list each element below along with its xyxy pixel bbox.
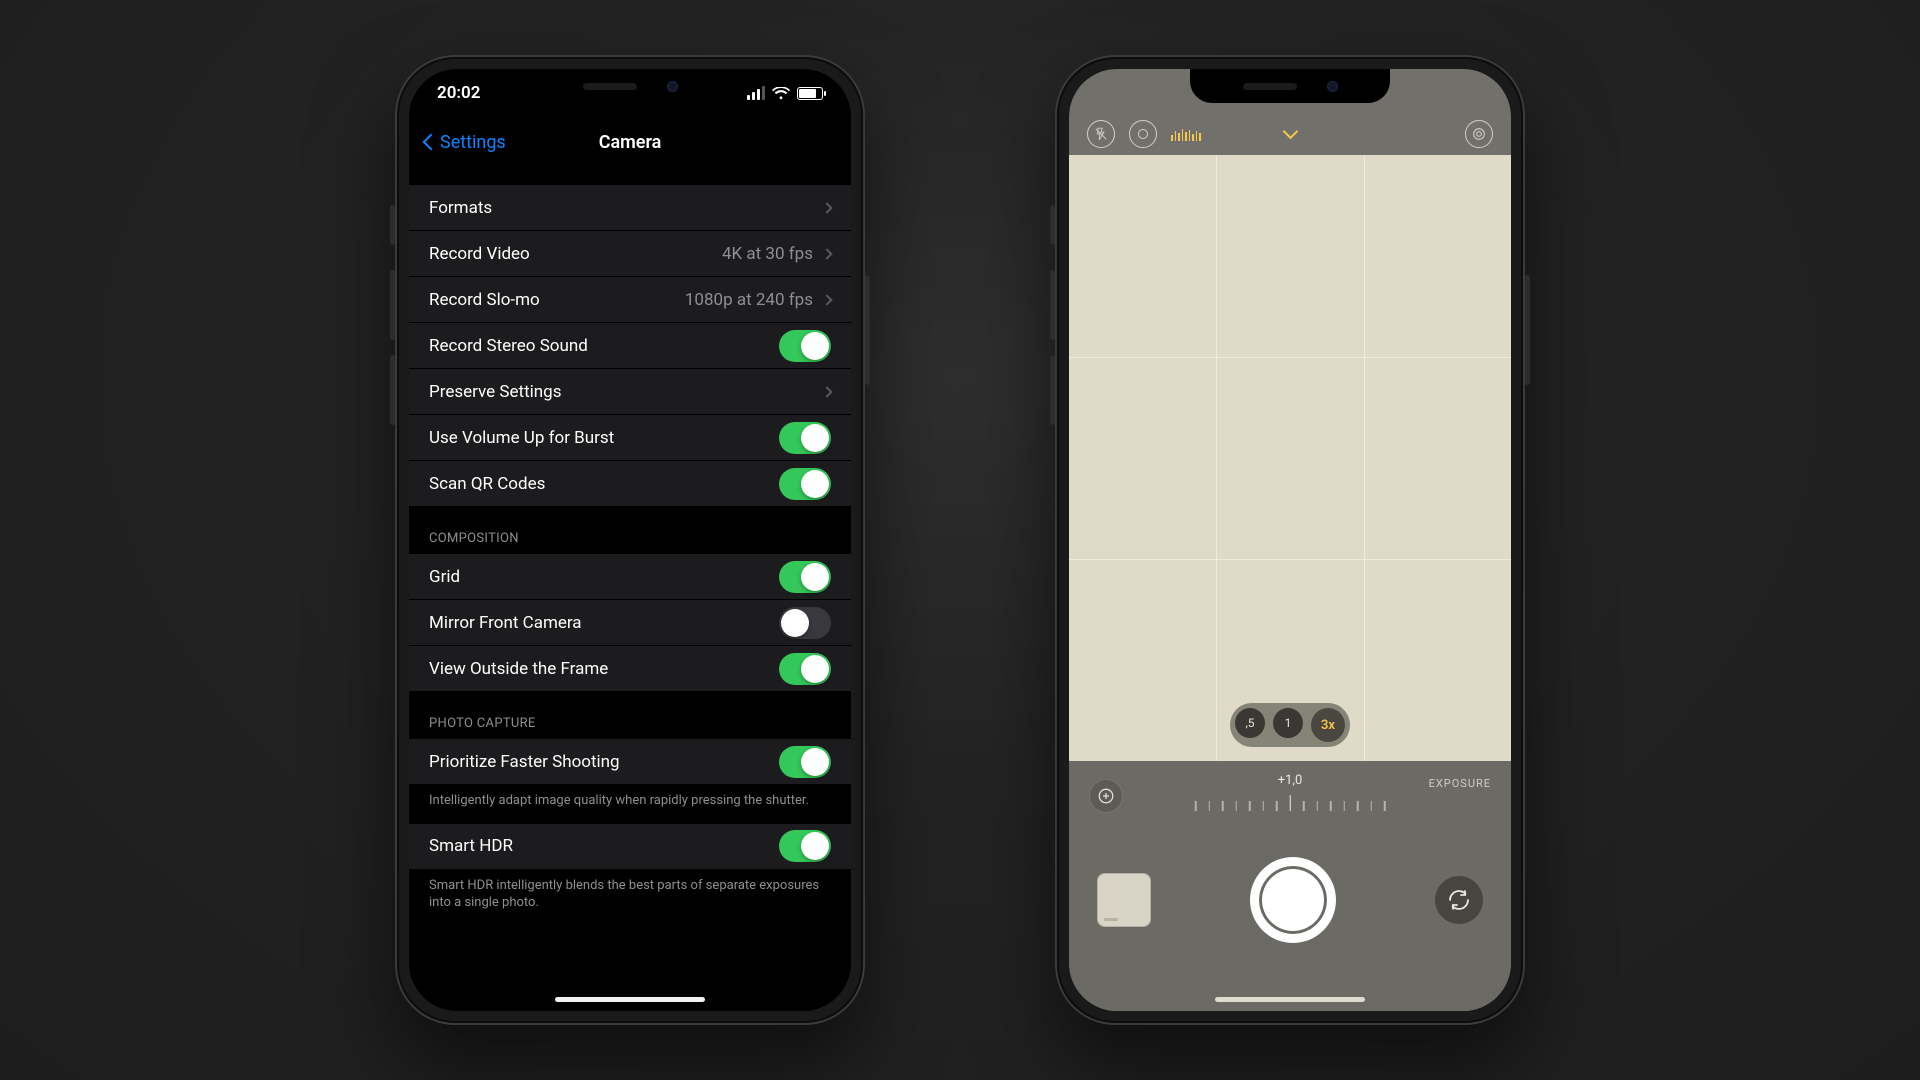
row-prioritize-faster: Prioritize Faster Shooting [409,739,851,785]
phone-settings: 20:02 Settings Camera Formats Record Vid… [395,55,865,1025]
wifi-icon [772,87,790,100]
row-label: Mirror Front Camera [429,613,582,633]
volume-down-hw [390,355,395,425]
row-label: Smart HDR [429,836,513,856]
flash-off-icon[interactable] [1087,120,1115,148]
mute-switch [390,205,395,245]
section-photo-capture: Photo Capture [409,692,851,739]
row-mirror-front: Mirror Front Camera [409,600,851,646]
last-photo-thumbnail[interactable] [1097,873,1151,927]
home-indicator[interactable] [1215,997,1365,1002]
row-scan-qr: Scan QR Codes [409,461,851,507]
battery-icon [797,87,823,100]
expand-controls-button[interactable] [1275,119,1305,149]
row-label: Preserve Settings [429,382,561,402]
power-hw [1525,275,1530,385]
exposure-slider[interactable] [1195,795,1386,811]
settings-list[interactable]: Formats Record Video 4K at 30 fps Record… [409,167,851,1011]
row-label: Record Stereo Sound [429,336,588,356]
status-time: 20:02 [437,83,480,103]
row-value: 4K at 30 fps [722,244,813,264]
row-label: Grid [429,567,460,587]
exposure-label: EXPOSURE [1429,777,1491,790]
exposure-histogram-icon [1171,127,1201,141]
row-formats[interactable]: Formats [409,185,851,231]
page-title: Camera [599,132,662,153]
home-indicator[interactable] [555,997,705,1002]
smart-hdr-toggle[interactable] [779,830,831,862]
row-outside-frame: View Outside the Frame [409,646,851,692]
exposure-row: +1,0 EXPOSURE [1069,773,1511,819]
live-target-icon[interactable] [1465,120,1493,148]
qr-toggle[interactable] [779,468,831,500]
row-label: View Outside the Frame [429,659,608,679]
mute-switch [1050,205,1055,245]
back-label: Settings [440,132,506,153]
row-record-slomo[interactable]: Record Slo-mo 1080p at 240 fps [409,277,851,323]
outside-frame-toggle[interactable] [779,653,831,685]
exposure-value: +1,0 [1278,773,1303,788]
row-smart-hdr: Smart HDR [409,824,851,870]
prioritize-note: Intelligently adapt image quality when r… [409,785,851,814]
row-grid: Grid [409,554,851,600]
row-preserve-settings[interactable]: Preserve Settings [409,369,851,415]
burst-toggle[interactable] [779,422,831,454]
shutter-button[interactable] [1254,861,1332,939]
zoom-wide[interactable]: 1 [1273,708,1303,738]
camera-flip-button[interactable] [1435,876,1483,924]
chevron-right-icon [821,294,832,305]
settings-screen: 20:02 Settings Camera Formats Record Vid… [409,69,851,1011]
exposure-adjust-button[interactable] [1089,779,1123,813]
chevron-left-icon [423,134,440,151]
phone-camera: ,5 1 3x +1,0 EXPOSURE [1055,55,1525,1025]
back-button[interactable]: Settings [425,132,506,153]
chevron-down-icon [1282,124,1298,140]
chevron-right-icon [821,386,832,397]
row-label: Record Video [429,244,530,264]
chevron-right-icon [821,202,832,213]
row-stereo-sound: Record Stereo Sound [409,323,851,369]
zoom-tele[interactable]: 3x [1311,708,1345,742]
row-record-video[interactable]: Record Video 4K at 30 fps [409,231,851,277]
section-composition: Composition [409,507,851,554]
zoom-ultrawide[interactable]: ,5 [1235,708,1265,738]
prioritize-toggle[interactable] [779,746,831,778]
row-label: Formats [429,198,492,218]
row-label: Record Slo-mo [429,290,540,310]
camera-top-bar [1069,117,1511,151]
stereo-toggle[interactable] [779,330,831,362]
camera-controls: +1,0 EXPOSURE [1069,761,1511,1011]
row-label: Prioritize Faster Shooting [429,752,620,772]
volume-up-hw [1050,270,1055,340]
row-label: Scan QR Codes [429,474,545,494]
row-label: Use Volume Up for Burst [429,428,614,448]
power-hw [865,275,870,385]
row-volume-burst: Use Volume Up for Burst [409,415,851,461]
volume-down-hw [1050,355,1055,425]
mirror-toggle[interactable] [779,607,831,639]
chevron-right-icon [821,248,832,259]
camera-screen: ,5 1 3x +1,0 EXPOSURE [1069,69,1511,1011]
nav-bar: Settings Camera [409,117,851,167]
volume-up-hw [390,270,395,340]
smart-hdr-note: Smart HDR intelligently blends the best … [409,870,851,916]
shutter-row [1069,819,1511,1011]
live-photo-icon[interactable] [1129,120,1157,148]
row-value: 1080p at 240 fps [685,290,813,310]
viewfinder[interactable]: ,5 1 3x [1069,155,1511,761]
notch [530,69,730,103]
cell-signal-icon [747,86,765,100]
zoom-selector: ,5 1 3x [1230,703,1350,747]
grid-toggle[interactable] [779,561,831,593]
notch [1190,69,1390,103]
